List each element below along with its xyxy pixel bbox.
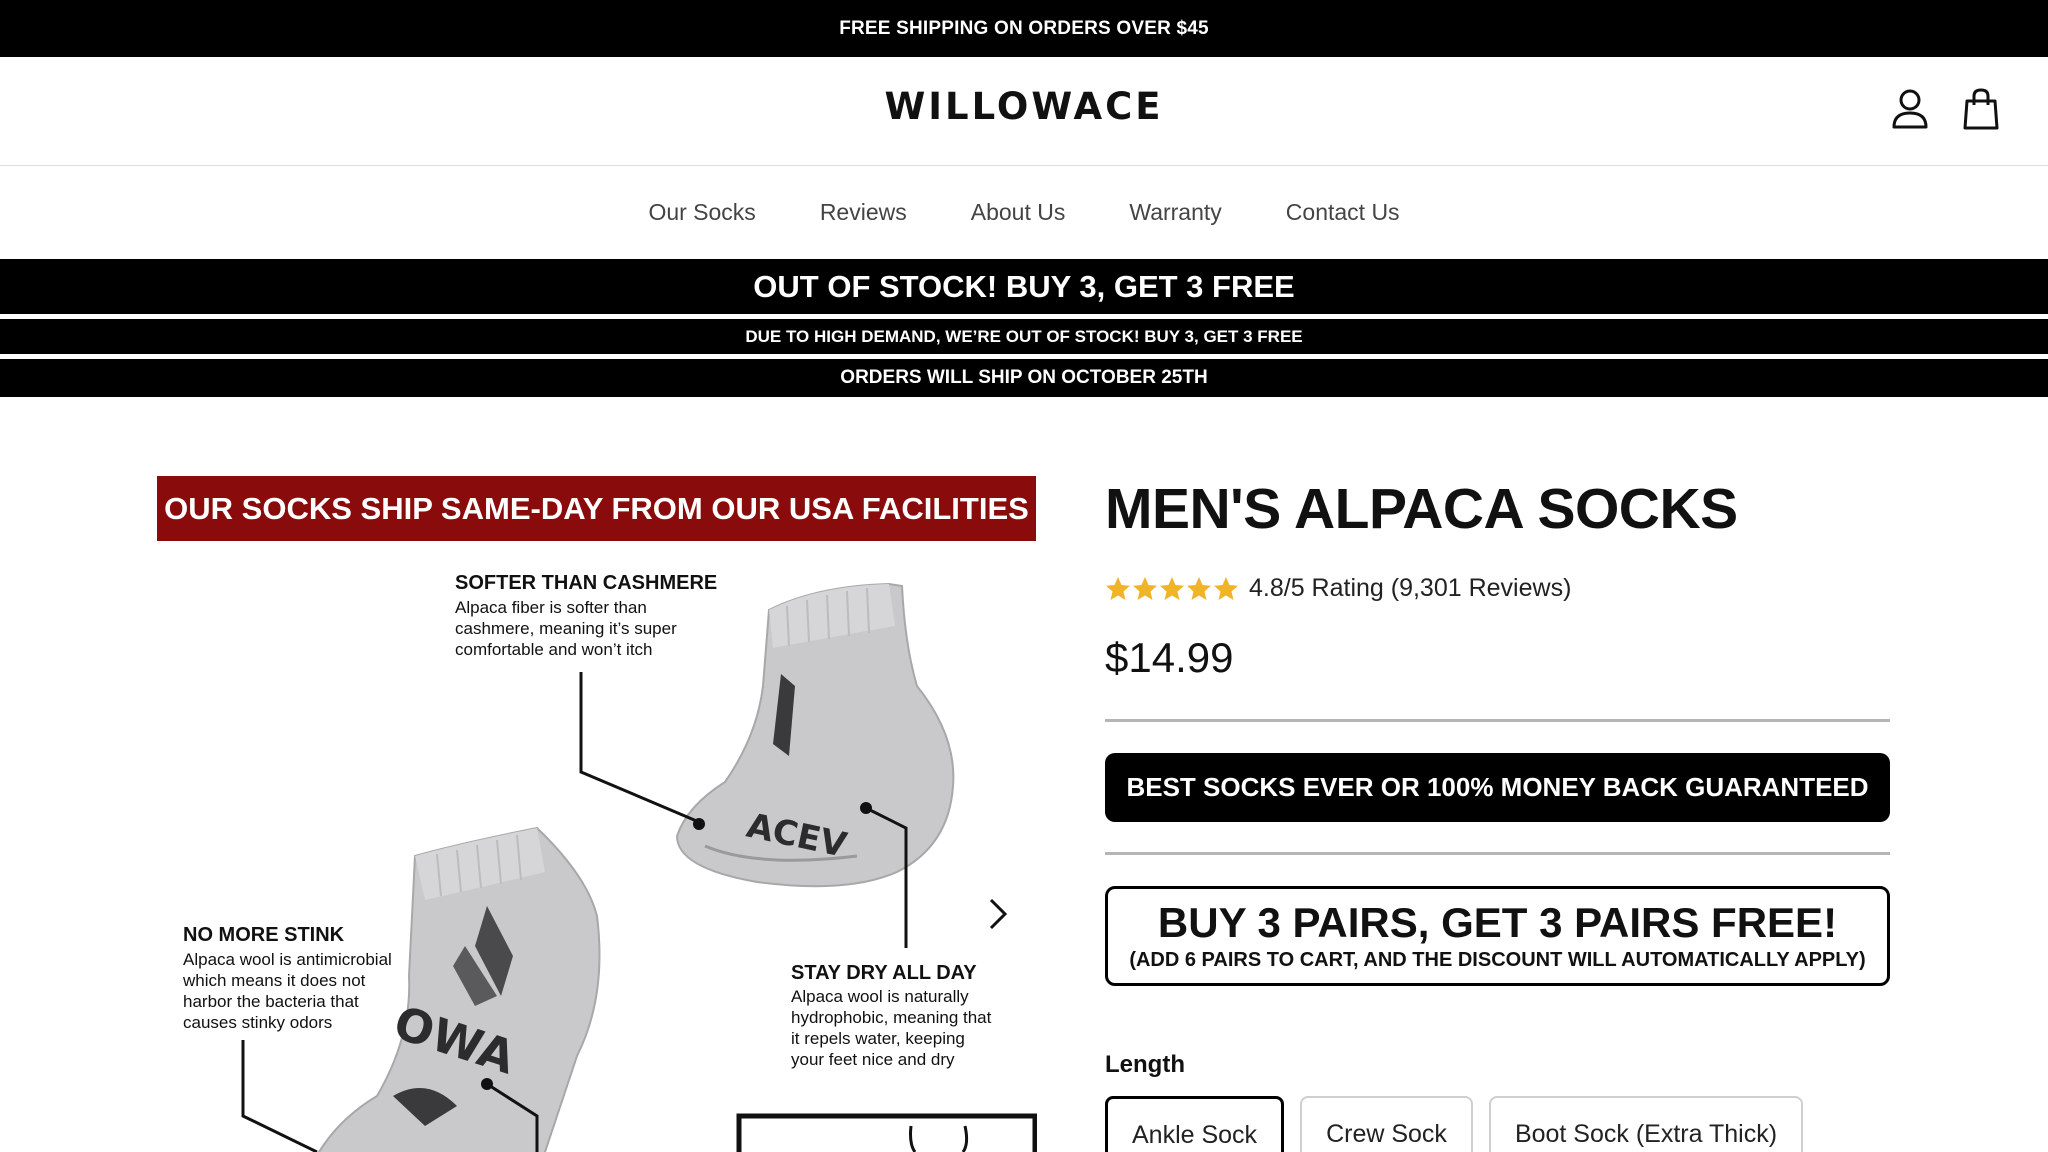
- rating-text: 4.8/5 Rating (9,301 Reviews): [1249, 574, 1572, 602]
- promo-banner-sub: DUE TO HIGH DEMAND, WE’RE OUT OF STOCK! …: [0, 319, 2048, 354]
- callout-text-dry: Alpaca wool is naturally hydrophobic, me…: [791, 987, 992, 1069]
- sock-right: ACEV: [675, 582, 955, 888]
- cart-icon[interactable]: [1961, 87, 2001, 131]
- feature-box: [736, 1113, 1037, 1152]
- divider: [1105, 852, 1890, 855]
- nav-about-us[interactable]: About Us: [971, 199, 1066, 226]
- product-price: $14.99: [1105, 634, 1234, 681]
- star-icon: [1160, 576, 1184, 600]
- promo-banner-main: OUT OF STOCK! BUY 3, GET 3 FREE: [0, 259, 2048, 314]
- announcement-text: FREE SHIPPING ON ORDERS OVER $45: [839, 17, 1209, 39]
- callout-title-softer: SOFTER THAN CASHMERE: [455, 572, 718, 594]
- ship-banner: OUR SOCKS SHIP SAME-DAY FROM OUR USA FAC…: [157, 476, 1036, 541]
- main-nav: Our Socks Reviews About Us Warranty Cont…: [0, 166, 2048, 259]
- product-title: MEN'S ALPACA SOCKS: [1105, 477, 1738, 541]
- offer-headline: BUY 3 PAIRS, GET 3 PAIRS FREE!: [1157, 899, 1838, 946]
- star-icon: [1133, 576, 1157, 600]
- length-options: Ankle Sock Crew Sock Boot Sock (Extra Th…: [1105, 1096, 1804, 1152]
- length-label: Length: [1105, 1051, 1185, 1078]
- callout-title-stink: NO MORE STINK: [183, 924, 345, 946]
- guarantee-badge: BEST SOCKS EVER OR 100% MONEY BACK GUARA…: [1105, 753, 1890, 822]
- nav-reviews[interactable]: Reviews: [820, 199, 907, 226]
- nav-our-socks[interactable]: Our Socks: [648, 199, 755, 226]
- length-option-ankle[interactable]: Ankle Sock: [1105, 1096, 1285, 1152]
- nav-warranty[interactable]: Warranty: [1129, 199, 1221, 226]
- divider: [1105, 719, 1890, 722]
- rating-stars: [1105, 576, 1239, 602]
- callout-text-softer: Alpaca fiber is softer than cashmere, me…: [455, 598, 677, 659]
- nav-contact-us[interactable]: Contact Us: [1286, 199, 1400, 226]
- announcement-bar: FREE SHIPPING ON ORDERS OVER $45: [0, 0, 2048, 57]
- length-option-boot[interactable]: Boot Sock (Extra Thick): [1488, 1096, 1804, 1152]
- promo-banner-ship: ORDERS WILL SHIP ON OCTOBER 25TH: [0, 359, 2048, 397]
- star-icon: [1214, 576, 1238, 600]
- site-header: WILLOWACE: [0, 57, 2048, 166]
- callout-text-stink: Alpaca wool is antimicrobial which means…: [183, 950, 392, 1032]
- bundle-offer: BUY 3 PAIRS, GET 3 PAIRS FREE! (ADD 6 PA…: [1105, 886, 1890, 986]
- offer-subtext: (ADD 6 PAIRS TO CART, AND THE DISCOUNT W…: [1129, 949, 1866, 971]
- promo-line-1: OUT OF STOCK! BUY 3, GET 3 FREE: [753, 268, 1295, 304]
- brand-logo[interactable]: WILLOWACE: [0, 85, 2048, 128]
- product-gallery[interactable]: ACEV OWA OUR SOCKS SHIP SAME-DAY FROM OU…: [157, 476, 1037, 1152]
- account-icon[interactable]: [1890, 87, 1930, 131]
- promo-line-2: DUE TO HIGH DEMAND, WE’RE OUT OF STOCK! …: [745, 326, 1303, 346]
- callout-title-dry: STAY DRY ALL DAY: [791, 962, 977, 984]
- star-icon: [1187, 576, 1211, 600]
- promo-line-3: ORDERS WILL SHIP ON OCTOBER 25TH: [840, 367, 1208, 388]
- gallery-next-arrow-icon[interactable]: [977, 894, 1017, 934]
- length-option-crew[interactable]: Crew Sock: [1300, 1096, 1473, 1152]
- star-icon: [1106, 576, 1130, 600]
- product-rating[interactable]: 4.8/5 Rating (9,301 Reviews): [1105, 574, 1571, 603]
